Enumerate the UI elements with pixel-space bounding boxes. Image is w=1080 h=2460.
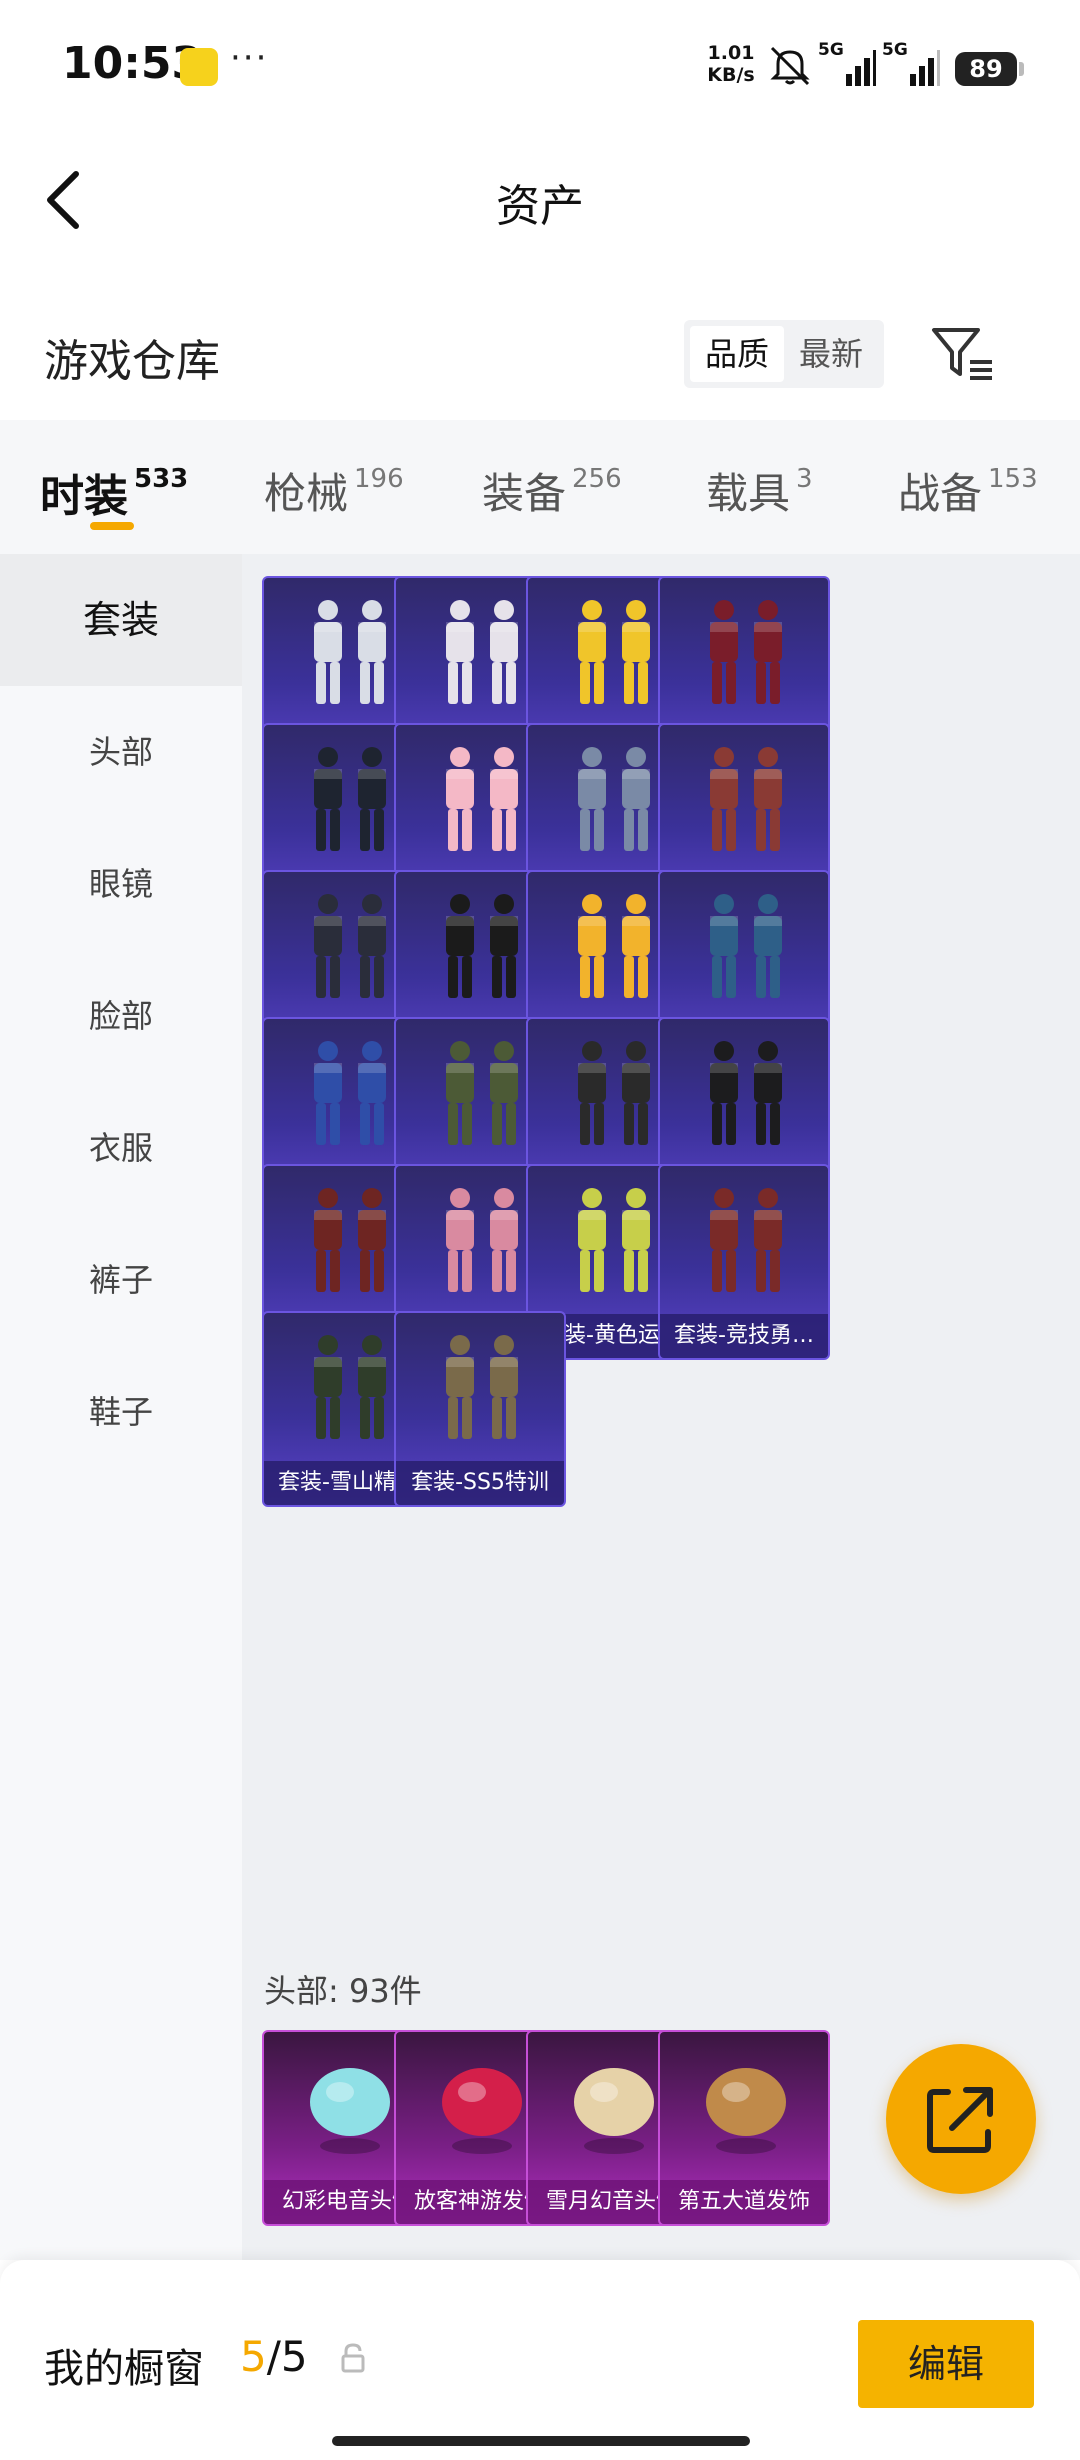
suit-item-card[interactable]: 套装-SS5特训 [394,1311,566,1507]
outfit-thumbnail [710,747,782,851]
lock-icon [341,2343,365,2373]
sidebar-item-suits[interactable]: 套装 [0,554,242,686]
outfit-thumbnail [710,600,782,704]
outfit-thumbnail [710,894,782,998]
tab-vehicles[interactable]: 载具 3 [706,460,813,521]
item-card-label: 第五大道发饰 [660,2180,828,2224]
suit-item-card[interactable]: 套装-竞技勇… [658,1164,830,1360]
head-group-title: 头部: 93件 [264,1972,422,2010]
app-notification-icon [180,48,218,86]
home-indicator[interactable] [332,2436,750,2446]
sidebar-item-pants[interactable]: 裤子 [0,1214,242,1346]
tab-fashion[interactable]: 时装 533 [40,460,188,524]
item-grid: 套装-雪晶战甲套装-月华战甲套装-老实芭蕉套装-焰鹰斗篷套装-幻羽潜行套装-粉红… [242,554,1080,2260]
share-button[interactable] [886,2044,1036,2194]
sort-option-newest[interactable]: 最新 [784,326,878,382]
category-sidebar: 套装 头部 眼镜 脸部 衣服 裤子 鞋子 [0,554,242,2260]
tab-equipment[interactable]: 装备 256 [482,460,622,521]
item-card-label: 套装-SS5特训 [396,1461,564,1505]
sidebar-item-shoes[interactable]: 鞋子 [0,1346,242,1478]
outfit-thumbnail [446,1335,518,1439]
edit-button[interactable]: 编辑 [858,2320,1034,2408]
outfit-thumbnail [710,1041,782,1145]
headwear-thumbnail [706,2068,786,2154]
battery-tip [1019,62,1024,76]
head-item-card[interactable]: 第五大道发饰 [658,2030,830,2226]
sort-toggle: 品质 最新 [684,320,884,388]
battery-icon: 89 [955,52,1017,86]
section-title: 游戏仓库 [44,336,220,387]
sort-option-quality[interactable]: 品质 [690,326,784,382]
network-speed-value: 1.01 [707,42,755,64]
showcase-count: 5/5 [240,2332,308,2381]
network-speed: 1.01 KB/s [706,42,756,86]
showcase-label: 我的橱窗 [44,2346,204,2392]
tab-battle-prep[interactable]: 战备 153 [898,460,1038,521]
sidebar-item-head[interactable]: 头部 [0,686,242,818]
signal-sim1-icon: 5G [818,40,876,86]
sidebar-item-glasses[interactable]: 眼镜 [0,818,242,950]
sidebar-item-face[interactable]: 脸部 [0,950,242,1082]
item-card-label: 套装-竞技勇… [660,1314,828,1358]
network-speed-unit: KB/s [707,64,755,86]
mute-bell-icon [770,46,810,86]
signal-sim2-icon: 5G [882,40,940,86]
category-tabbar: 时装 533 枪械 196 装备 256 载具 3 战备 153 [0,420,1080,554]
outfit-thumbnail [710,1188,782,1292]
status-bar: 10:53 ··· 1.01 KB/s 5G 5G 89 [0,0,1080,130]
tab-firearms[interactable]: 枪械 196 [264,460,404,521]
filter-icon[interactable] [928,322,998,386]
page-title: 资产 [496,181,584,232]
showcase-bar: 我的橱窗 5/5 编辑 [0,2260,1080,2460]
more-notifications-icon: ··· [230,38,269,78]
active-tab-indicator [90,522,134,530]
sidebar-item-clothes[interactable]: 衣服 [0,1082,242,1214]
